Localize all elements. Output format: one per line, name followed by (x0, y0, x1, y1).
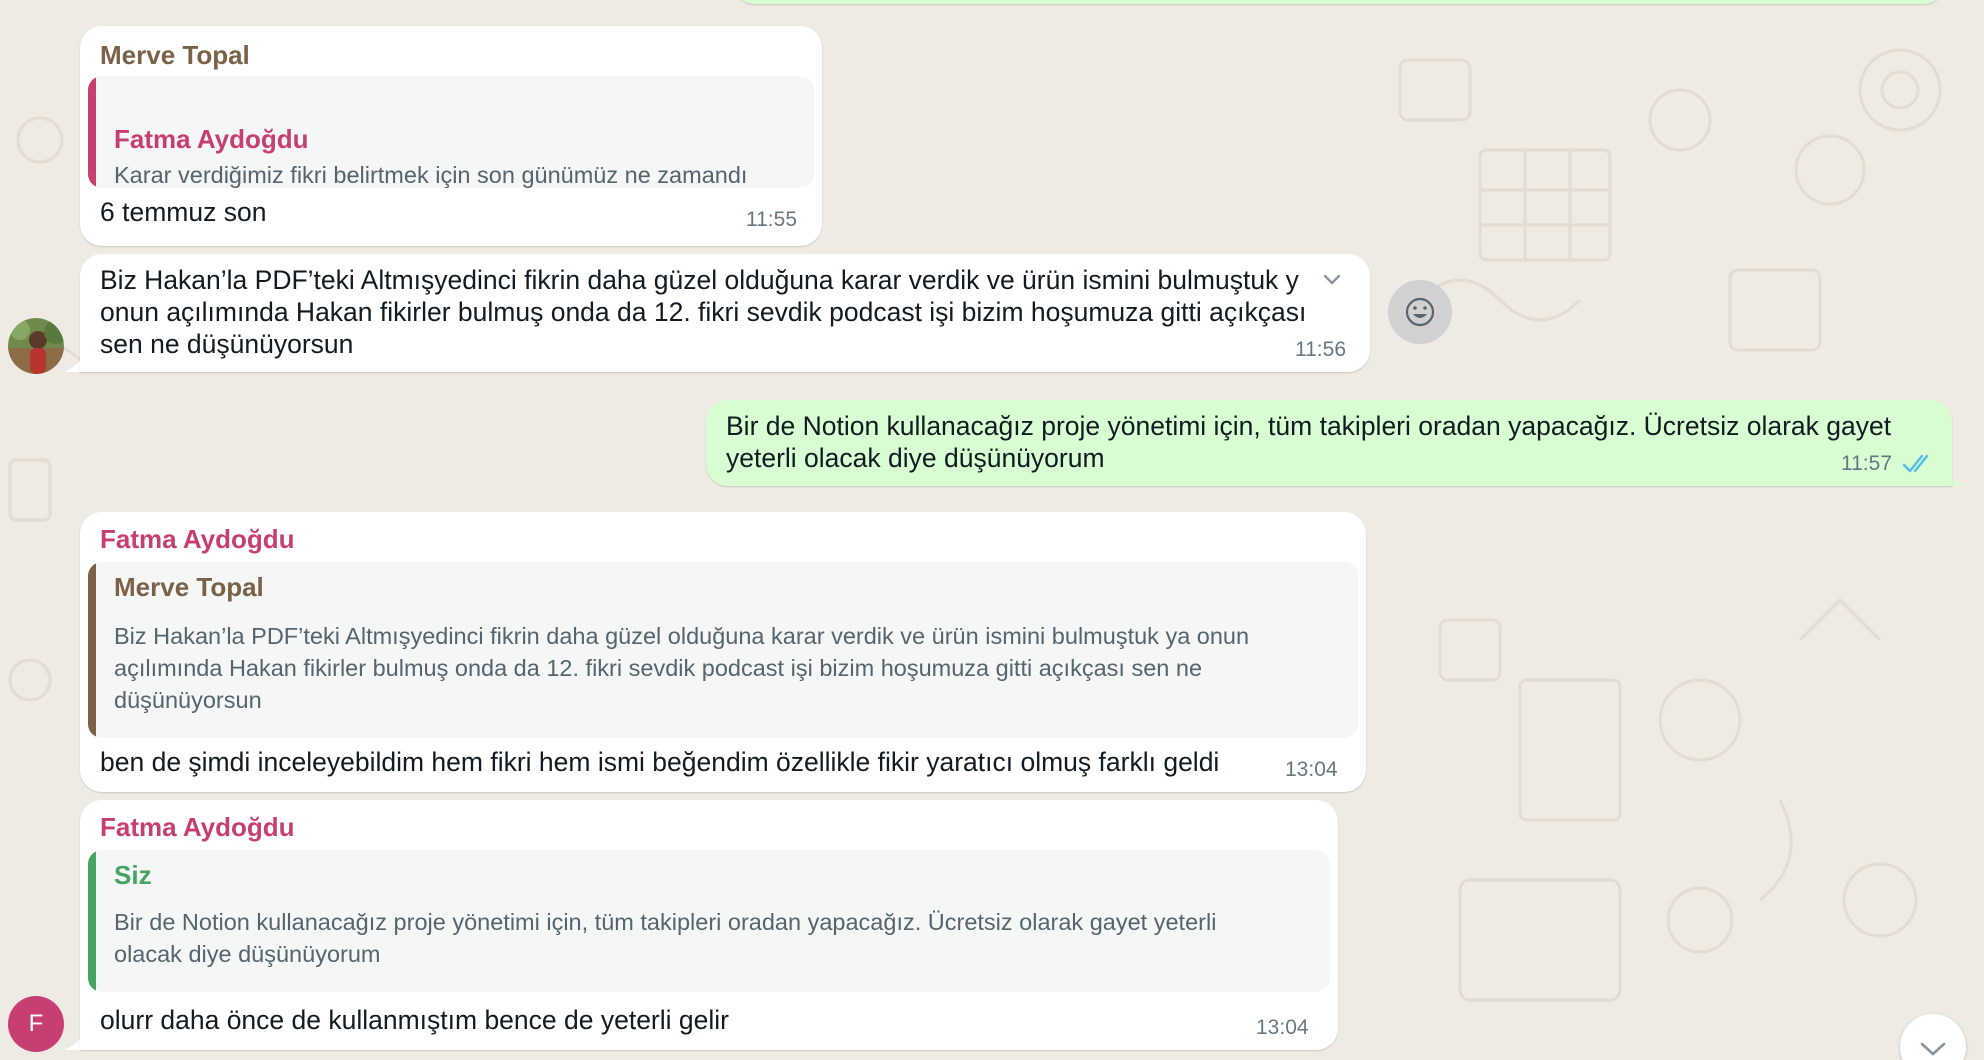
quote-sender-name: Merve Topal (114, 572, 264, 602)
chevron-down-icon (1323, 274, 1341, 285)
message-time: 13:04 (1285, 758, 1338, 781)
quoted-message[interactable]: Siz Bir de Notion kullanacağız proje yön… (88, 850, 1330, 992)
avatar-initial: F (28, 1010, 44, 1037)
message-bubble[interactable]: Fatma Aydoğdu Siz Bir de Notion kullanac… (80, 800, 1338, 1050)
message-time: 11:57 (1841, 452, 1892, 475)
react-button[interactable] (1388, 280, 1452, 344)
message-text-line-1: Bir de Notion kullanacağız proje yönetim… (726, 411, 1892, 441)
quote-text: Karar verdiğimiz fikri belirtmek için so… (114, 162, 748, 188)
quote-text-line-1: Biz Hakan’la PDF’teki Altmışyedinci fikr… (114, 623, 1250, 649)
quote-text-line-1: Bir de Notion kullanacağız proje yönetim… (114, 909, 1217, 935)
message-time: 11:56 (1295, 338, 1346, 361)
message-bubble[interactable]: Merve Topal Fatma Aydoğdu Karar verdiğim… (80, 26, 822, 246)
message-time: 11:55 (746, 208, 797, 231)
quoted-message[interactable]: Fatma Aydoğdu Karar verdiğimiz fikri bel… (88, 76, 814, 188)
message-bubble[interactable]: Fatma Aydoğdu Merve Topal Biz Hakan’la P… (80, 512, 1366, 792)
message-menu-button[interactable] (1312, 262, 1352, 296)
quote-sender-name: Siz (114, 860, 152, 890)
avatar-fatma[interactable]: F (8, 996, 64, 1052)
avatar-merve[interactable] (8, 318, 64, 374)
quote-accent-bar (88, 850, 96, 992)
message-time: 13:04 (1256, 1016, 1309, 1039)
chevron-down-icon (1920, 1042, 1946, 1056)
message-text-line-1: Biz Hakan’la PDF’teki Altmışyedinci fikr… (100, 265, 1299, 295)
quote-accent-bar (88, 76, 96, 188)
quoted-message[interactable]: Merve Topal Biz Hakan’la PDF’teki Altmış… (88, 562, 1358, 738)
message-text-line-3: sen ne düşünüyorsun (100, 329, 354, 359)
previous-outgoing-bubble (734, 0, 1944, 4)
sender-name[interactable]: Fatma Aydoğdu (100, 524, 295, 555)
message-text-line-2: onun açılımında Hakan fikirler bulmuş on… (100, 297, 1307, 327)
message-bubble[interactable]: Biz Hakan’la PDF’teki Altmışyedinci fikr… (80, 254, 1370, 372)
message-text: ben de şimdi inceleyebildim hem fikri he… (100, 747, 1220, 777)
smiley-icon (1405, 297, 1435, 327)
quote-text-line-3: düşünüyorsun (114, 687, 262, 713)
quote-text-line-2: açılımında Hakan fikirler bulmuş onda da… (114, 655, 1203, 681)
quote-text-line-2: olacak diye düşünüyorum (114, 941, 381, 967)
outgoing-message-bubble[interactable]: Bir de Notion kullanacağız proje yönetim… (706, 400, 1952, 486)
message-text: olurr daha önce de kullanmıştım bence de… (100, 1005, 729, 1035)
scroll-to-bottom-button[interactable] (1900, 1014, 1966, 1060)
quote-sender-name: Fatma Aydoğdu (114, 124, 309, 154)
sender-name[interactable]: Merve Topal (100, 40, 250, 71)
message-text: 6 temmuz son (100, 197, 267, 227)
message-text-line-2: yeterli olacak diye düşünüyorum (726, 443, 1105, 473)
quote-accent-bar (88, 562, 96, 738)
sender-name[interactable]: Fatma Aydoğdu (100, 812, 295, 843)
double-check-icon (1902, 454, 1929, 473)
